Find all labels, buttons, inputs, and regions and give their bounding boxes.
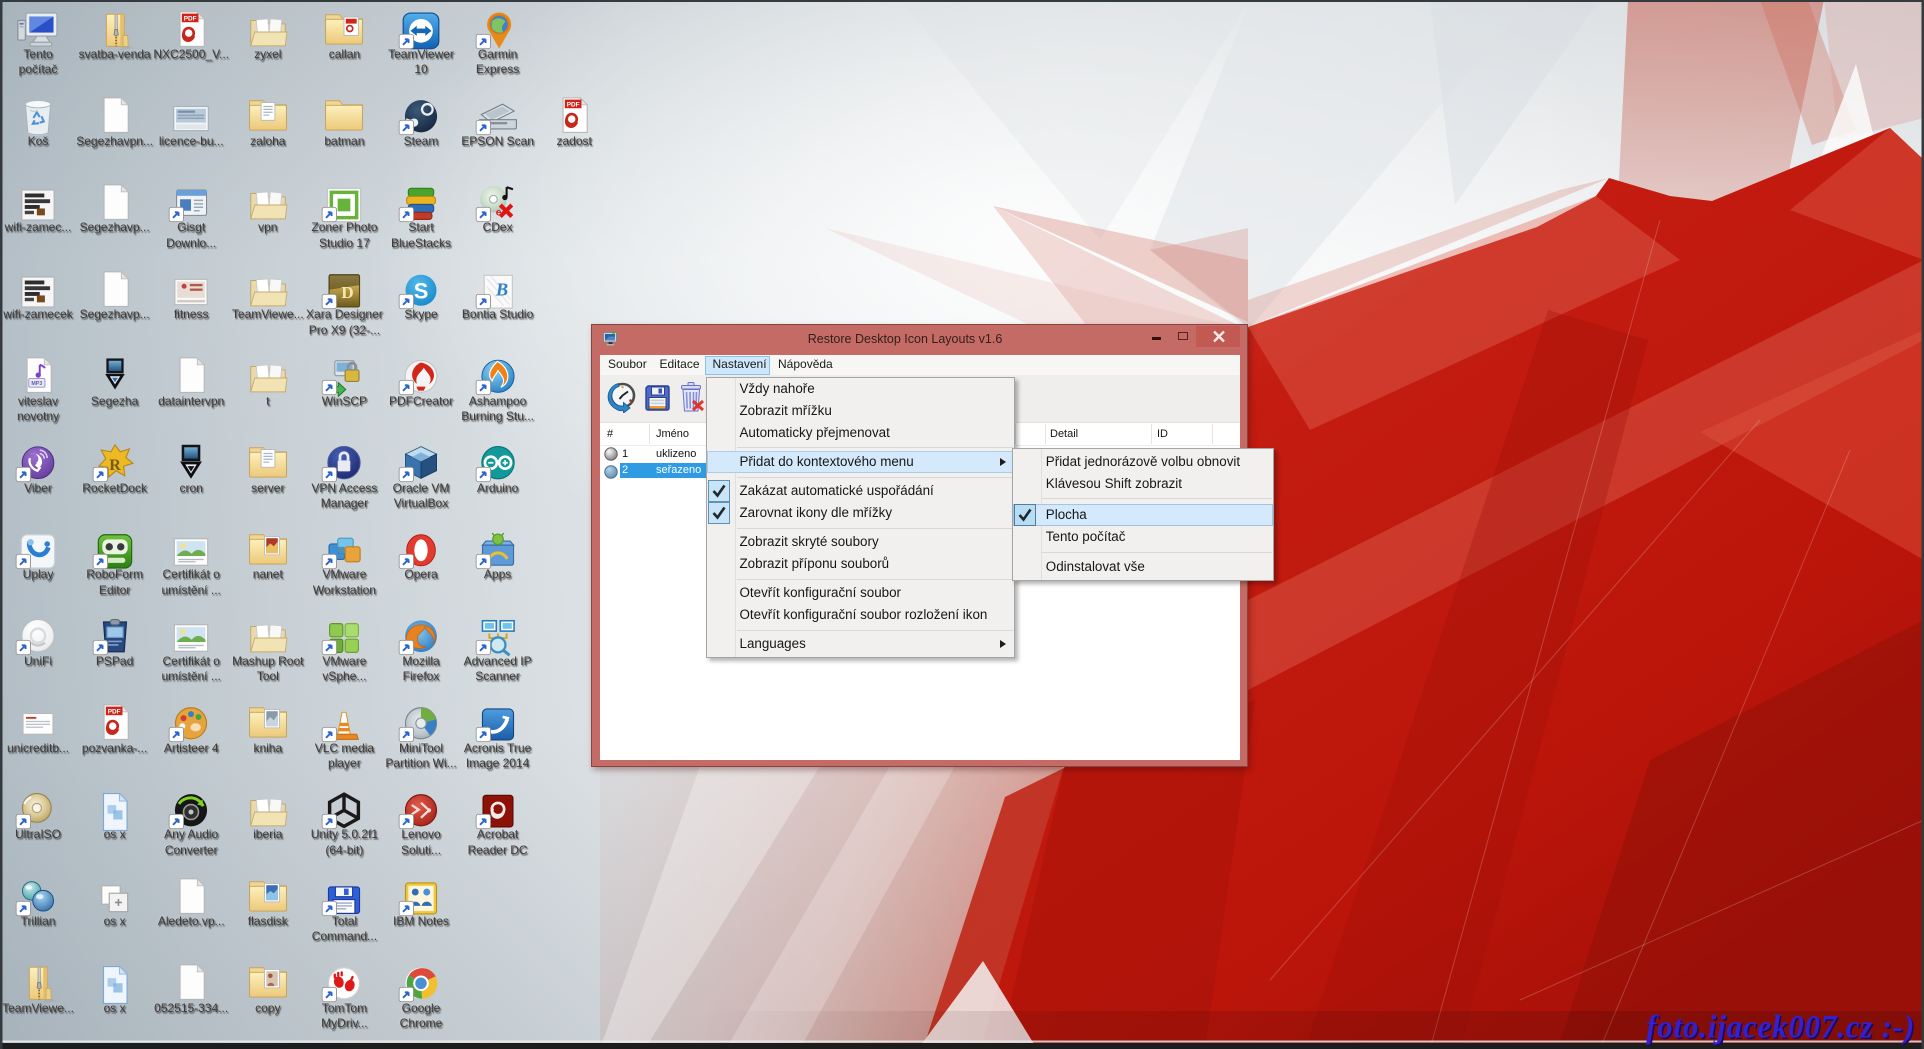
- svg-text:S: S: [414, 278, 429, 303]
- svg-text:B: B: [494, 279, 507, 299]
- svg-text:e: e: [495, 207, 501, 218]
- svg-text:R: R: [109, 457, 121, 474]
- svg-text:MP3: MP3: [31, 382, 42, 388]
- svg-text:D: D: [342, 282, 354, 301]
